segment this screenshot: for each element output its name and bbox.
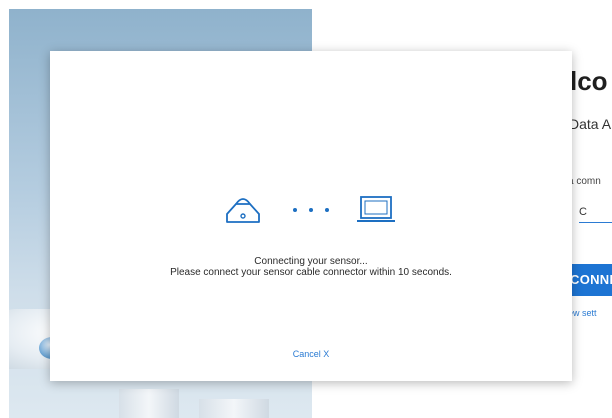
sensor-icon (226, 198, 260, 223)
dot (309, 208, 313, 212)
dots-icon (293, 208, 329, 212)
cancel-link[interactable]: Cancel X (50, 349, 572, 359)
status-instruction: Please connect your sensor cable connect… (170, 267, 452, 278)
dot (293, 208, 297, 212)
connecting-dialog: Connecting your sensor... Please connect… (50, 51, 572, 381)
welcome-prompt: a comn (568, 176, 601, 187)
welcome-title: lco (570, 66, 608, 96)
tower-structure-2 (199, 399, 269, 418)
connection-field[interactable]: C (579, 206, 612, 223)
dot (325, 208, 329, 212)
connect-button[interactable]: CONNE (568, 264, 612, 296)
welcome-subtitle: Data A (569, 116, 612, 132)
tower-structure (119, 389, 179, 418)
connection-graphic (223, 192, 403, 232)
laptop-icon (357, 196, 395, 222)
settings-link[interactable]: ew sett (568, 308, 597, 318)
